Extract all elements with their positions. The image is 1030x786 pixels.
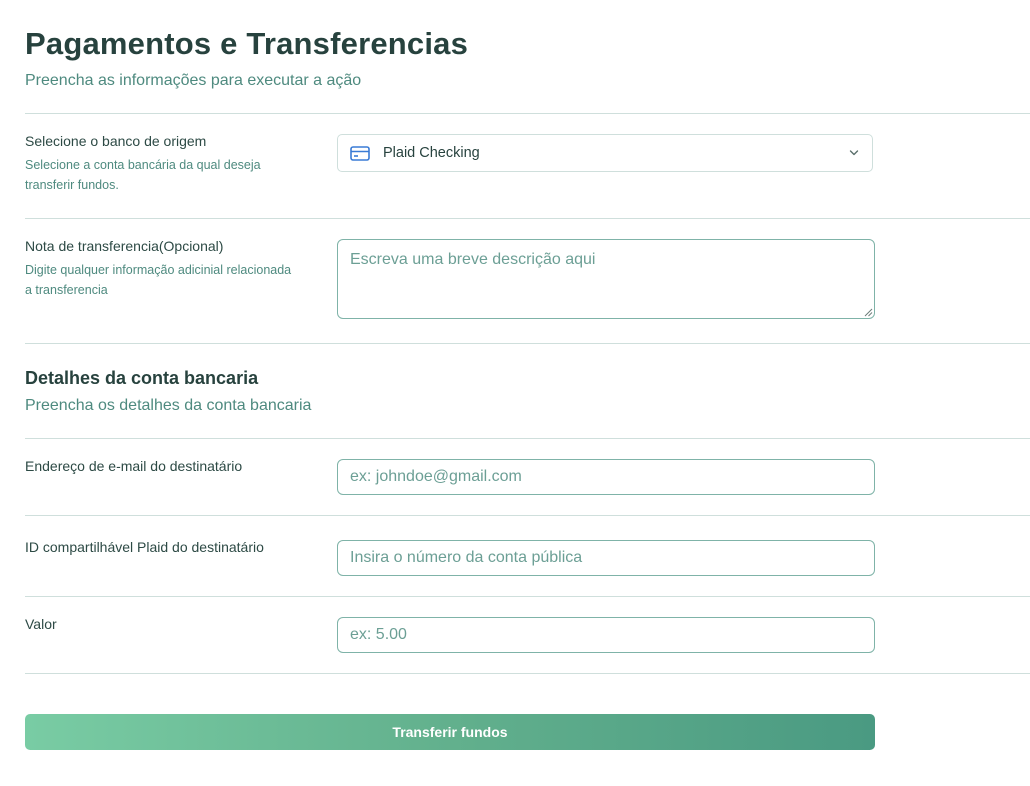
bank-details-title: Detalhes da conta bancaria xyxy=(25,368,259,388)
page-title: Pagamentos e Transferencias xyxy=(25,26,469,61)
note-label: Nota de transferencia(Opcional) xyxy=(25,238,224,254)
recipient-email-input[interactable] xyxy=(337,459,875,495)
page-subtitle: Preencha as informações para executar a … xyxy=(25,72,362,89)
credit-card-icon xyxy=(350,146,370,161)
divider xyxy=(25,218,1030,219)
divider xyxy=(25,596,1030,597)
divider xyxy=(25,343,1030,344)
chevron-down-icon xyxy=(849,150,859,156)
note-help: Digite qualquer informação adicinial rel… xyxy=(25,263,292,297)
divider xyxy=(25,438,1030,439)
bank-details-subtitle: Preencha os detalhes da conta bancaria xyxy=(25,397,312,414)
amount-label: Valor xyxy=(25,616,57,632)
source-bank-select[interactable]: Plaid Checking xyxy=(337,134,873,172)
amount-input[interactable] xyxy=(337,617,875,653)
transfer-note-textarea[interactable] xyxy=(337,239,875,319)
recipient-plaid-id-input[interactable] xyxy=(337,540,875,576)
divider xyxy=(25,673,1030,674)
recipient-plaid-id-label: ID compartilhável Plaid do destinatário xyxy=(25,539,264,555)
resize-handle-icon[interactable] xyxy=(864,308,873,317)
source-bank-selected-value: Plaid Checking xyxy=(383,145,480,161)
transfer-funds-button[interactable]: Transferir fundos xyxy=(25,714,875,750)
source-bank-help: Selecione a conta bancária da qual desej… xyxy=(25,158,261,192)
source-bank-label: Selecione o banco de origem xyxy=(25,133,207,149)
divider xyxy=(25,113,1030,114)
divider xyxy=(25,515,1030,516)
recipient-email-label: Endereço de e-mail do destinatário xyxy=(25,458,243,474)
